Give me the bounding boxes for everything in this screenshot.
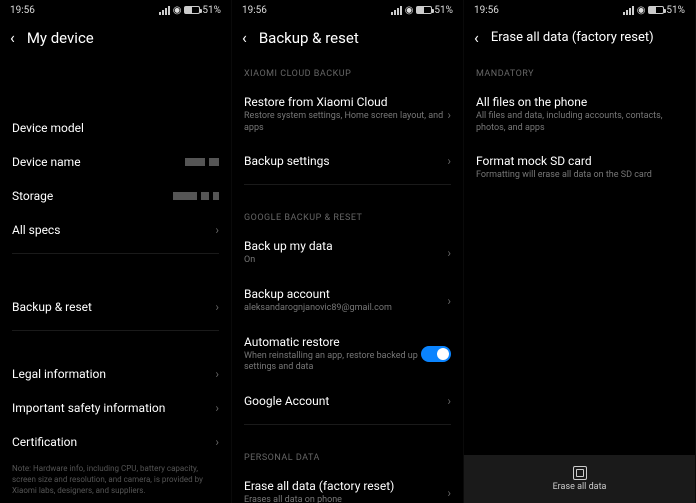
page-title: Backup & reset [259,29,453,47]
screen-my-device: 19:56 ◉ 51% ‹ My device Device model Dev… [0,0,232,503]
row-device-model[interactable]: Device model [12,111,219,145]
section-xiaomi: XIAOMI CLOUD BACKUP [244,61,451,85]
chevron-right-icon: › [215,367,219,381]
chevron-right-icon: › [215,300,219,314]
battery-icon: 51% [184,5,221,16]
back-button[interactable]: ‹ [474,28,479,47]
status-time: 19:56 [242,5,267,16]
chevron-right-icon: › [215,435,219,449]
row-backup-reset[interactable]: Backup & reset › [12,290,219,324]
status-bar: 19:56 ◉ 51% [464,0,695,20]
battery-icon: 51% [648,5,685,16]
footer-note: Note: Hardware info, including CPU, batt… [12,459,219,501]
chevron-right-icon: › [447,394,451,408]
toggle-automatic-restore[interactable] [421,346,451,362]
divider [244,424,451,425]
row-all-specs[interactable]: All specs › [12,213,219,247]
row-erase-all-data[interactable]: Erase all data (factory reset) Erases al… [244,469,451,503]
header: ‹ Erase all data (factory reset) [464,20,695,61]
signal-icon [159,6,170,15]
status-right: ◉ 51% [159,5,221,16]
header: ‹ Backup & reset [232,20,463,61]
row-backup-settings[interactable]: Backup settings › [244,144,451,178]
row-format-sd: Format mock SD card Formatting will eras… [476,144,683,192]
chevron-right-icon: › [215,401,219,415]
page-title: Erase all data (factory reset) [491,30,685,45]
chevron-right-icon: › [215,223,219,237]
battery-icon: 51% [416,5,453,16]
row-backup-my-data[interactable]: Back up my data On › [244,229,451,277]
erase-icon [573,466,587,480]
chevron-right-icon: › [447,108,451,122]
row-google-account[interactable]: Google Account › [244,384,451,418]
screen-erase-all-data: 19:56 ◉ 51% ‹ Erase all data (factory re… [464,0,696,503]
wifi-icon: ◉ [405,5,414,16]
chevron-right-icon: › [447,486,451,500]
wifi-icon: ◉ [637,5,646,16]
status-bar: 19:56 ◉ 51% [0,0,231,20]
divider [12,330,219,331]
row-restore-xiaomi[interactable]: Restore from Xiaomi Cloud Restore system… [244,85,451,144]
row-device-name[interactable]: Device name [12,145,219,179]
page-title: My device [27,29,221,47]
row-storage[interactable]: Storage [12,179,219,213]
status-time: 19:56 [474,5,499,16]
row-safety[interactable]: Important safety information › [12,391,219,425]
storage-value [173,192,219,200]
status-right: ◉ 51% [391,5,453,16]
row-automatic-restore[interactable]: Automatic restore When reinstalling an a… [244,325,451,384]
status-right: ◉ 51% [623,5,685,16]
chevron-right-icon: › [447,294,451,308]
signal-icon [623,6,634,15]
row-backup-account[interactable]: Backup account aleksandarognjanovic89@gm… [244,277,451,325]
back-button[interactable]: ‹ [242,28,247,47]
erase-button-label: Erase all data [553,482,607,492]
wifi-icon: ◉ [173,5,182,16]
header: ‹ My device [0,20,231,61]
erase-all-data-button[interactable]: Erase all data [464,455,695,503]
divider [244,184,451,185]
status-time: 19:56 [10,5,35,16]
section-personal: PERSONAL DATA [244,445,451,469]
device-name-value [185,158,219,166]
chevron-right-icon: › [447,246,451,260]
row-legal[interactable]: Legal information › [12,357,219,391]
screen-backup-reset: 19:56 ◉ 51% ‹ Backup & reset XIAOMI CLOU… [232,0,464,503]
divider [12,253,219,254]
row-all-files: All files on the phone All files and dat… [476,85,683,144]
chevron-right-icon: › [447,154,451,168]
section-mandatory: MANDATORY [476,61,683,85]
back-button[interactable]: ‹ [10,28,15,47]
row-certification[interactable]: Certification › [12,425,219,459]
status-bar: 19:56 ◉ 51% [232,0,463,20]
section-google: GOOGLE BACKUP & RESET [244,205,451,229]
signal-icon [391,6,402,15]
